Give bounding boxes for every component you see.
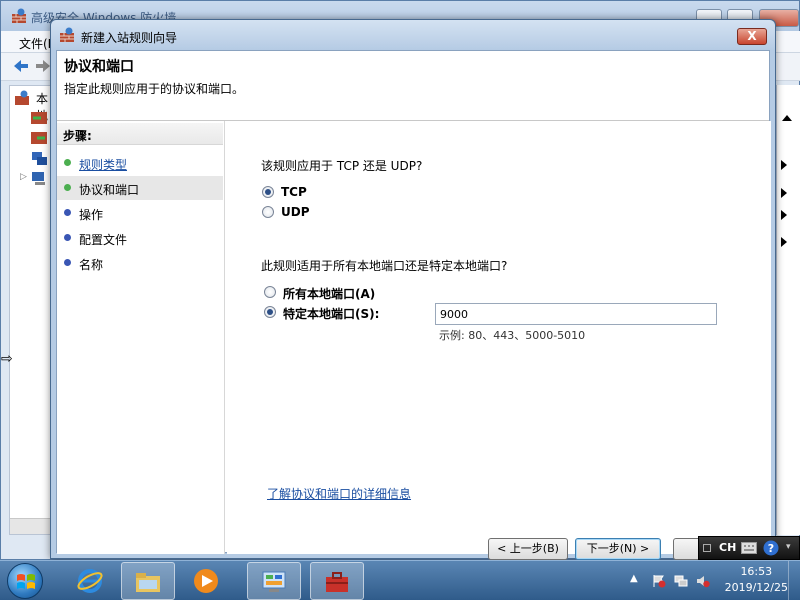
tree-expand-icon[interactable]: ▷ — [20, 172, 27, 182]
taskbar-explorer[interactable] — [121, 562, 175, 600]
start-button[interactable] — [7, 563, 43, 599]
control-panel-icon — [262, 571, 286, 592]
protocol-question: 该规则应用于 TCP 还是 UDP? — [261, 159, 423, 173]
step-rule-type[interactable]: 规则类型 — [57, 151, 223, 175]
all-ports-label[interactable]: 所有本地端口(A) — [283, 285, 375, 302]
dialog-body: 协议和端口 指定此规则应用于的协议和端口。 步骤: 规则类型 协议和端口 操作 … — [56, 50, 771, 560]
taskbar-media-player[interactable] — [180, 562, 234, 600]
step-label: 配置文件 — [79, 233, 128, 247]
submenu-arrow-icon[interactable] — [781, 237, 787, 247]
port-example: 示例: 80、443、5000-5010 — [439, 329, 586, 342]
navigation-tree: 本地 ▷ — [9, 85, 53, 535]
monitoring-icon[interactable] — [30, 170, 48, 186]
taskbar: ▲ 16:53 2019/12/25 — [0, 560, 800, 600]
step-pending-dot — [64, 259, 71, 266]
clock-date: 2019/12/25 — [724, 581, 788, 594]
langbar-grip-icon[interactable] — [703, 544, 711, 552]
collapse-up-icon[interactable] — [782, 115, 792, 121]
udp-label[interactable]: UDP — [281, 205, 310, 219]
langbar-options-icon[interactable]: ▾ — [786, 542, 791, 552]
tcp-label[interactable]: TCP — [281, 185, 307, 199]
specific-ports-radio[interactable] — [264, 306, 276, 318]
resize-cursor-icon: ⇨ — [1, 351, 13, 367]
step-label: 协议和端口 — [79, 183, 140, 197]
actions-panel — [776, 85, 800, 535]
firewall-icon — [60, 27, 74, 42]
step-pending-dot — [64, 234, 71, 241]
step-label: 名称 — [79, 258, 104, 272]
step-label[interactable]: 规则类型 — [79, 156, 127, 173]
network-icon[interactable] — [674, 574, 688, 588]
outbound-rules-icon[interactable] — [30, 130, 48, 146]
new-inbound-rule-wizard: 新建入站规则向导 X 协议和端口 指定此规则应用于的协议和端口。 步骤: 规则类… — [50, 19, 776, 560]
volume-muted-icon[interactable] — [696, 574, 710, 588]
page-title: 协议和端口 — [64, 59, 134, 75]
submenu-arrow-icon[interactable] — [781, 188, 787, 198]
udp-radio[interactable] — [262, 206, 274, 218]
tray-expand-icon[interactable]: ▲ — [630, 573, 638, 584]
step-label: 操作 — [79, 208, 104, 222]
step-name: 名称 — [57, 251, 223, 275]
connection-security-icon[interactable] — [30, 150, 48, 166]
back-arrow-icon[interactable] — [13, 59, 29, 73]
specific-ports-label[interactable]: 特定本地端口(S): — [283, 305, 379, 322]
content-panel: 该规则应用于 TCP 还是 UDP? TCP UDP 此规则适用于所有本地端口还… — [227, 121, 771, 560]
step-profile: 配置文件 — [57, 226, 223, 250]
step-pending-dot — [64, 209, 71, 216]
language-bar: CH ? ▾ — [698, 536, 800, 560]
taskbar-clock[interactable]: 16:53 2019/12/25 — [725, 564, 788, 596]
windows-logo-icon — [17, 574, 35, 589]
taskbar-ie[interactable] — [64, 562, 118, 600]
language-indicator[interactable]: CH — [719, 541, 736, 554]
tree-horizontal-scrollbar[interactable] — [10, 518, 52, 534]
steps-panel: 步骤: 规则类型 协议和端口 操作 配置文件 名称 — [57, 121, 225, 554]
taskbar-firewall[interactable] — [310, 562, 364, 600]
toolbox-icon — [326, 572, 348, 592]
svg-text:?: ? — [768, 542, 774, 555]
step-current-dot — [64, 184, 71, 191]
firewall-icon — [12, 8, 26, 23]
steps-heading: 步骤: — [57, 123, 223, 145]
firewall-icon — [15, 90, 29, 105]
dialog-close-button[interactable]: X — [737, 28, 767, 45]
forward-arrow-icon[interactable] — [35, 59, 51, 73]
back-button[interactable]: < 上一步(B) — [488, 538, 568, 560]
all-ports-radio[interactable] — [264, 286, 276, 298]
page-subtitle: 指定此规则应用于的协议和端口。 — [64, 82, 245, 96]
step-protocol-port: 协议和端口 — [57, 176, 223, 200]
dialog-header: 协议和端口 指定此规则应用于的协议和端口。 — [57, 51, 769, 121]
inbound-rules-icon[interactable] — [30, 110, 48, 126]
submenu-arrow-icon[interactable] — [781, 210, 787, 220]
next-button[interactable]: 下一步(N) > — [575, 538, 661, 560]
protocol-info-link[interactable]: 了解协议和端口的详细信息 — [267, 485, 411, 502]
dialog-titlebar: 新建入站规则向导 X — [51, 20, 775, 50]
keyboard-icon[interactable] — [741, 542, 757, 554]
port-question: 此规则适用于所有本地端口还是特定本地端口? — [261, 259, 508, 273]
media-player-icon — [194, 569, 218, 593]
clock-time: 16:53 — [740, 565, 773, 578]
submenu-arrow-icon[interactable] — [781, 160, 787, 170]
help-icon[interactable]: ? — [763, 540, 779, 556]
flag-icon[interactable] — [652, 574, 666, 588]
tcp-radio[interactable] — [262, 186, 274, 198]
ie-icon — [77, 569, 103, 593]
taskbar-control-panel[interactable] — [247, 562, 301, 600]
step-action: 操作 — [57, 201, 223, 225]
folder-icon — [136, 573, 160, 592]
show-desktop-button[interactable] — [788, 561, 800, 600]
system-tray: ▲ 16:53 2019/12/25 — [610, 561, 800, 600]
dialog-title: 新建入站规则向导 — [81, 31, 178, 45]
port-input[interactable] — [435, 303, 717, 325]
step-done-dot — [64, 159, 71, 166]
